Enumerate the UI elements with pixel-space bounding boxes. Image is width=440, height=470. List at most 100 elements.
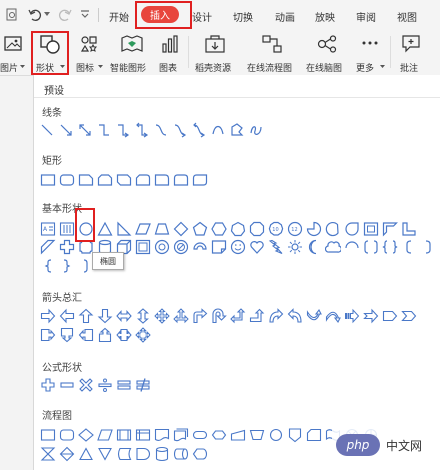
flowchart-card-icon[interactable] — [306, 427, 322, 443]
right-arrow-callout-shape-icon[interactable] — [40, 327, 56, 343]
left-bracket-shape-icon[interactable] — [401, 239, 417, 255]
flowchart-sort-icon[interactable] — [59, 446, 75, 462]
curved-right-arrow-shape-icon[interactable] — [268, 308, 284, 324]
round-single-corner-rectangle-icon[interactable] — [154, 172, 170, 188]
curved-up-arrow-shape-icon[interactable] — [306, 308, 322, 324]
scribble-shape-icon[interactable] — [249, 122, 263, 138]
freeform-shape-icon[interactable] — [230, 122, 244, 138]
quad-arrow-shape-icon[interactable] — [154, 308, 170, 324]
curved-connector-icon[interactable] — [154, 122, 168, 138]
bevel-shape-icon[interactable] — [135, 239, 151, 255]
picture-button[interactable]: 图片 — [0, 30, 28, 75]
donut-shape-icon[interactable] — [154, 239, 170, 255]
left-brace-shape-icon[interactable] — [40, 258, 56, 274]
flowchart-preparation-icon[interactable] — [211, 427, 227, 443]
smiley-face-shape-icon[interactable] — [230, 239, 246, 255]
arc-shape-icon[interactable] — [344, 239, 360, 255]
double-arrow-shape-icon[interactable] — [78, 122, 92, 138]
heptagon-shape-icon[interactable] — [230, 221, 246, 237]
moon-shape-icon[interactable] — [306, 239, 322, 255]
flowchart-process-icon[interactable] — [40, 427, 56, 443]
curved-down-arrow-shape-icon[interactable] — [325, 308, 341, 324]
comment-button[interactable]: 批注 — [396, 30, 426, 75]
up-arrow-shape-icon[interactable] — [78, 308, 94, 324]
double-brace-shape-icon[interactable] — [382, 239, 398, 255]
not-equal-shape-icon[interactable] — [135, 377, 151, 393]
up-down-arrow-shape-icon[interactable] — [135, 308, 151, 324]
curved-left-arrow-shape-icon[interactable] — [287, 308, 303, 324]
sun-shape-icon[interactable] — [287, 239, 303, 255]
divide-shape-icon[interactable] — [97, 377, 113, 393]
quad-arrow-callout-shape-icon[interactable] — [135, 327, 151, 343]
down-arrow-shape-icon[interactable] — [97, 308, 113, 324]
flowchart-document-icon[interactable] — [154, 427, 170, 443]
dodecagon-shape-icon[interactable]: 12 — [287, 221, 303, 237]
undo-dropdown-icon[interactable] — [44, 12, 50, 17]
flowchart-predefined-process-icon[interactable] — [116, 427, 132, 443]
round-diagonal-rectangle-icon[interactable] — [192, 172, 208, 188]
cloud-shape-icon[interactable] — [325, 239, 341, 255]
flowchart-collate-icon[interactable] — [40, 446, 56, 462]
snip-diagonal-rectangle-icon[interactable] — [116, 172, 132, 188]
elbow-double-arrow-icon[interactable] — [135, 122, 149, 138]
online-mindmap-button[interactable]: 在线脑图 — [303, 30, 351, 75]
elbow-connector-icon[interactable] — [97, 122, 111, 138]
tab-animation[interactable]: 动画 — [275, 9, 295, 24]
u-turn-arrow-shape-icon[interactable] — [211, 308, 227, 324]
folded-corner-shape-icon[interactable] — [211, 239, 227, 255]
notched-right-arrow-shape-icon[interactable] — [363, 308, 379, 324]
plus-shape-icon[interactable] — [40, 377, 56, 393]
striped-right-arrow-shape-icon[interactable] — [344, 308, 360, 324]
flowchart-manual-input-icon[interactable] — [230, 427, 246, 443]
elbow-arrow-icon[interactable] — [116, 122, 130, 138]
chart-button[interactable]: 图表 — [156, 30, 184, 75]
triangle-shape-icon[interactable] — [97, 221, 113, 237]
l-shape-icon[interactable] — [401, 221, 417, 237]
vertical-text-box-shape-icon[interactable] — [59, 221, 75, 237]
round-same-side-rectangle-icon[interactable] — [173, 172, 189, 188]
undo-icon[interactable] — [28, 8, 42, 21]
multiply-shape-icon[interactable] — [78, 377, 94, 393]
flowchart-direct-access-storage-icon[interactable] — [173, 446, 189, 462]
flowchart-decision-icon[interactable] — [78, 427, 94, 443]
pentagon-shape-icon[interactable] — [192, 221, 208, 237]
flowchart-connector-icon[interactable] — [268, 427, 284, 443]
snip-corner-rectangle-icon[interactable] — [78, 172, 94, 188]
chevron-arrow-shape-icon[interactable] — [401, 308, 417, 324]
flowchart-off-page-connector-icon[interactable] — [287, 427, 303, 443]
half-frame-shape-icon[interactable] — [382, 221, 398, 237]
cross-shape-icon[interactable] — [59, 239, 75, 255]
chord-shape-icon[interactable] — [325, 221, 341, 237]
flowchart-display-icon[interactable] — [192, 446, 208, 462]
decagon-shape-icon[interactable]: 10 — [268, 221, 284, 237]
trapezoid-shape-icon[interactable] — [154, 221, 170, 237]
flowchart-manual-operation-icon[interactable] — [249, 427, 265, 443]
print-preview-icon[interactable] — [6, 8, 18, 21]
tab-view[interactable]: 视图 — [397, 9, 417, 24]
flowchart-stored-data-icon[interactable] — [116, 446, 132, 462]
tab-design[interactable]: 设计 — [192, 9, 212, 24]
tab-review[interactable]: 审阅 — [356, 9, 376, 24]
left-arrow-shape-icon[interactable] — [59, 308, 75, 324]
flowchart-delay-icon[interactable] — [135, 446, 151, 462]
more-button[interactable]: 更多 — [354, 30, 386, 75]
stock-resources-button[interactable]: 稻壳资源 — [193, 30, 237, 75]
flowchart-alternate-process-icon[interactable] — [59, 427, 75, 443]
double-bracket-shape-icon[interactable] — [363, 239, 379, 255]
diamond-shape-icon[interactable] — [173, 221, 189, 237]
curved-double-arrow-icon[interactable] — [192, 122, 206, 138]
flowchart-merge-icon[interactable] — [97, 446, 113, 462]
flowchart-internal-storage-icon[interactable] — [135, 427, 151, 443]
arrow-shape-icon[interactable] — [59, 122, 73, 138]
smartart-button[interactable]: 智能图形 — [108, 30, 154, 75]
snip-same-side-rectangle-icon[interactable] — [97, 172, 113, 188]
right-brace-shape-icon[interactable] — [59, 258, 75, 274]
snip-round-rectangle-icon[interactable] — [135, 172, 151, 188]
left-right-up-arrow-shape-icon[interactable] — [173, 308, 189, 324]
flowchart-data-icon[interactable] — [97, 427, 113, 443]
pentagon-arrow-shape-icon[interactable] — [382, 308, 398, 324]
bent-up-arrow-shape-icon[interactable] — [249, 308, 265, 324]
flowchart-terminator-icon[interactable] — [192, 427, 208, 443]
redo-icon[interactable] — [58, 8, 72, 21]
heart-shape-icon[interactable] — [249, 239, 265, 255]
